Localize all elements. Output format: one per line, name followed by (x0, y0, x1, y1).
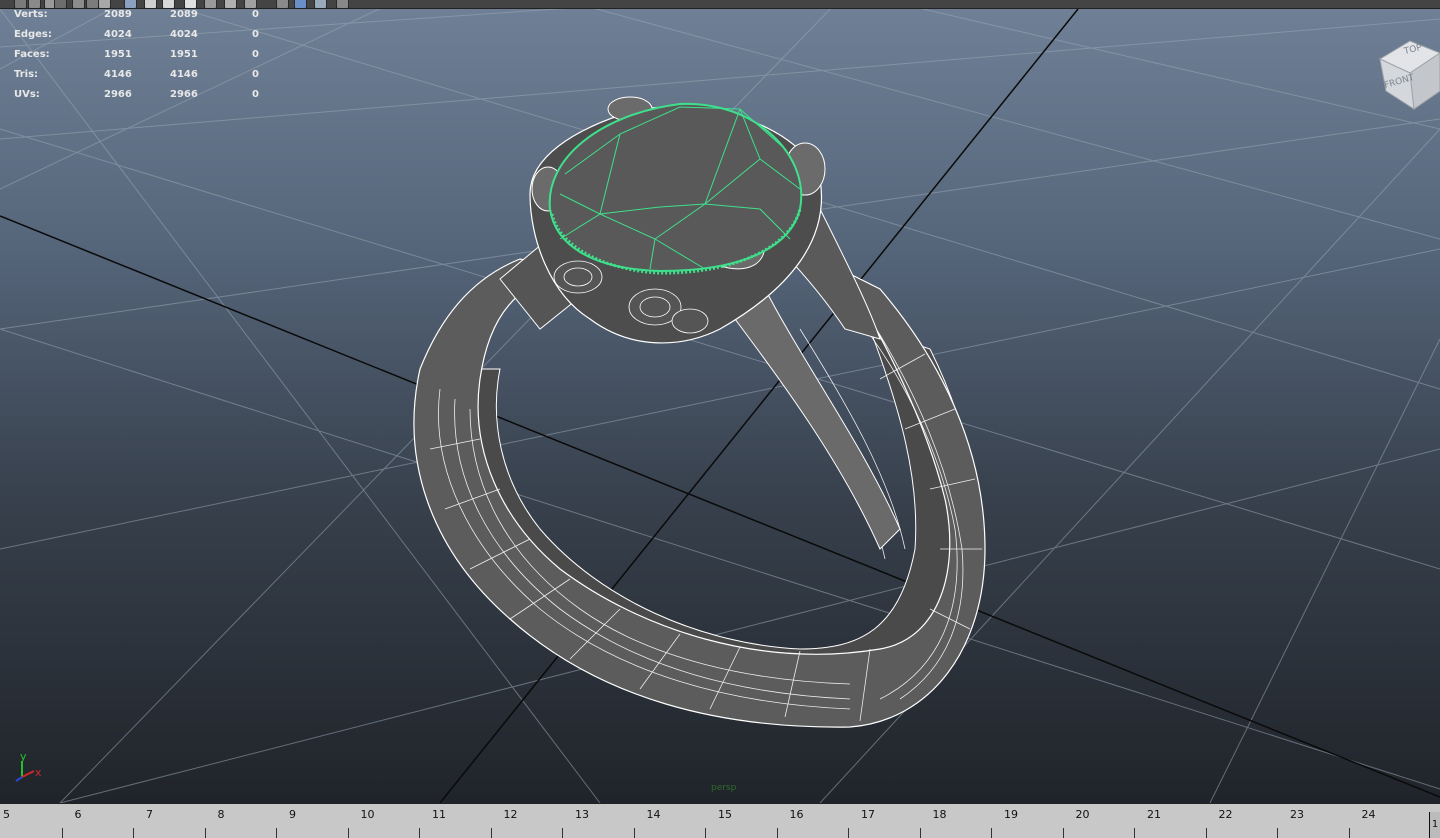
frame-number[interactable]: 23 (1290, 808, 1304, 821)
shadow-icon[interactable] (224, 0, 237, 8)
xray-icon[interactable] (244, 0, 257, 8)
view-cube[interactable]: TOP FRONT (1374, 29, 1440, 113)
select-tool-icon[interactable] (14, 0, 27, 8)
hud-stat-selection-value: 1951 (170, 49, 198, 60)
grid-icon[interactable] (124, 0, 137, 8)
axis-triad-icon (15, 761, 35, 782)
hud-row: Verts: 2089 2089 0 (14, 9, 274, 23)
frame-number[interactable]: 10 (361, 808, 375, 821)
hud-stat-component-value: 0 (252, 29, 259, 40)
time-slider[interactable]: 5 6 7 8 9 10 11 12 13 14 15 16 17 18 19 20 21 22 23 24 1 (0, 803, 1440, 838)
frame-number[interactable]: 19 (1004, 808, 1018, 821)
hud-row: UVs: 2966 2966 0 (14, 89, 274, 103)
camera-icon[interactable] (98, 0, 111, 8)
rotate-tool-icon[interactable] (72, 0, 85, 8)
hud-stat-component-value: 0 (252, 69, 259, 80)
hud-stat-label: UVs: (14, 89, 40, 100)
move-tool-icon[interactable] (54, 0, 67, 8)
scene-render[interactable] (0, 9, 1440, 803)
hud-stat-component-value: 0 (252, 89, 259, 100)
view-cube-icon[interactable] (1374, 29, 1440, 113)
frame-number[interactable]: 24 (1362, 808, 1376, 821)
hud-stat-selection-value: 2089 (170, 9, 198, 20)
time-slider-track[interactable]: 5 6 7 8 9 10 11 12 13 14 15 16 17 18 19 20 21 22 23 24 (0, 804, 1428, 838)
hud-stat-object-value: 2966 (104, 89, 132, 100)
frame-number[interactable]: 21 (1147, 808, 1161, 821)
hud-row: Edges: 4024 4024 0 (14, 29, 274, 43)
hud-row: Faces: 1951 1951 0 (14, 49, 274, 63)
light-icon[interactable] (204, 0, 217, 8)
axis-triad: y x (8, 749, 58, 799)
camera-label: persp (711, 783, 737, 793)
frame-number[interactable]: 5 (3, 808, 10, 821)
hud-stat-selection-value: 4146 (170, 69, 198, 80)
hud-stat-object-value: 4146 (104, 69, 132, 80)
hud-stat-component-value: 0 (252, 9, 259, 20)
render-icon[interactable] (314, 0, 327, 8)
frame-number[interactable]: 15 (718, 808, 732, 821)
hud-stat-selection-value: 2966 (170, 89, 198, 100)
hud-stat-object-value: 2089 (104, 9, 132, 20)
textured-icon[interactable] (184, 0, 197, 8)
lasso-tool-icon[interactable] (28, 0, 41, 8)
frame-number[interactable]: 17 (861, 808, 875, 821)
shaded-icon[interactable] (162, 0, 175, 8)
frame-number[interactable]: 18 (933, 808, 947, 821)
frame-number[interactable]: 11 (432, 808, 446, 821)
frame-number[interactable]: 14 (647, 808, 661, 821)
hud-stat-object-value: 1951 (104, 49, 132, 60)
perspective-viewport[interactable]: Verts: 2089 2089 0 Edges: 4024 4024 0 Faces: 1951… (0, 9, 1440, 803)
frame-number[interactable]: 7 (146, 808, 153, 821)
frame-number[interactable]: 12 (504, 808, 518, 821)
frame-number[interactable]: 13 (575, 808, 589, 821)
frame-number[interactable]: 20 (1076, 808, 1090, 821)
hud-stat-label: Faces: (14, 49, 50, 60)
hud-stat-label: Verts: (14, 9, 48, 20)
hud-stat-object-value: 4024 (104, 29, 132, 40)
hud-stat-label: Edges: (14, 29, 52, 40)
frame-number[interactable]: 16 (790, 808, 804, 821)
hud-stat-label: Tris: (14, 69, 39, 80)
settings-icon[interactable] (336, 0, 349, 8)
frame-number[interactable]: 6 (75, 808, 82, 821)
frame-number[interactable]: 22 (1219, 808, 1233, 821)
hud-stat-selection-value: 4024 (170, 29, 198, 40)
snapshot-icon[interactable] (294, 0, 307, 8)
isolate-icon[interactable] (276, 0, 289, 8)
ring-mesh[interactable] (413, 96, 986, 728)
wireframe-icon[interactable] (144, 0, 157, 8)
frame-number[interactable]: 9 (289, 808, 296, 821)
axis-x-label: x (35, 766, 42, 779)
hud-row: Tris: 4146 4146 0 (14, 69, 274, 83)
axis-y-label: y (20, 750, 27, 763)
frame-number[interactable]: 8 (218, 808, 225, 821)
hud-stat-component-value: 0 (252, 49, 259, 60)
current-frame-field[interactable]: 1 (1429, 812, 1440, 838)
shelf-toolbar (0, 0, 1440, 9)
